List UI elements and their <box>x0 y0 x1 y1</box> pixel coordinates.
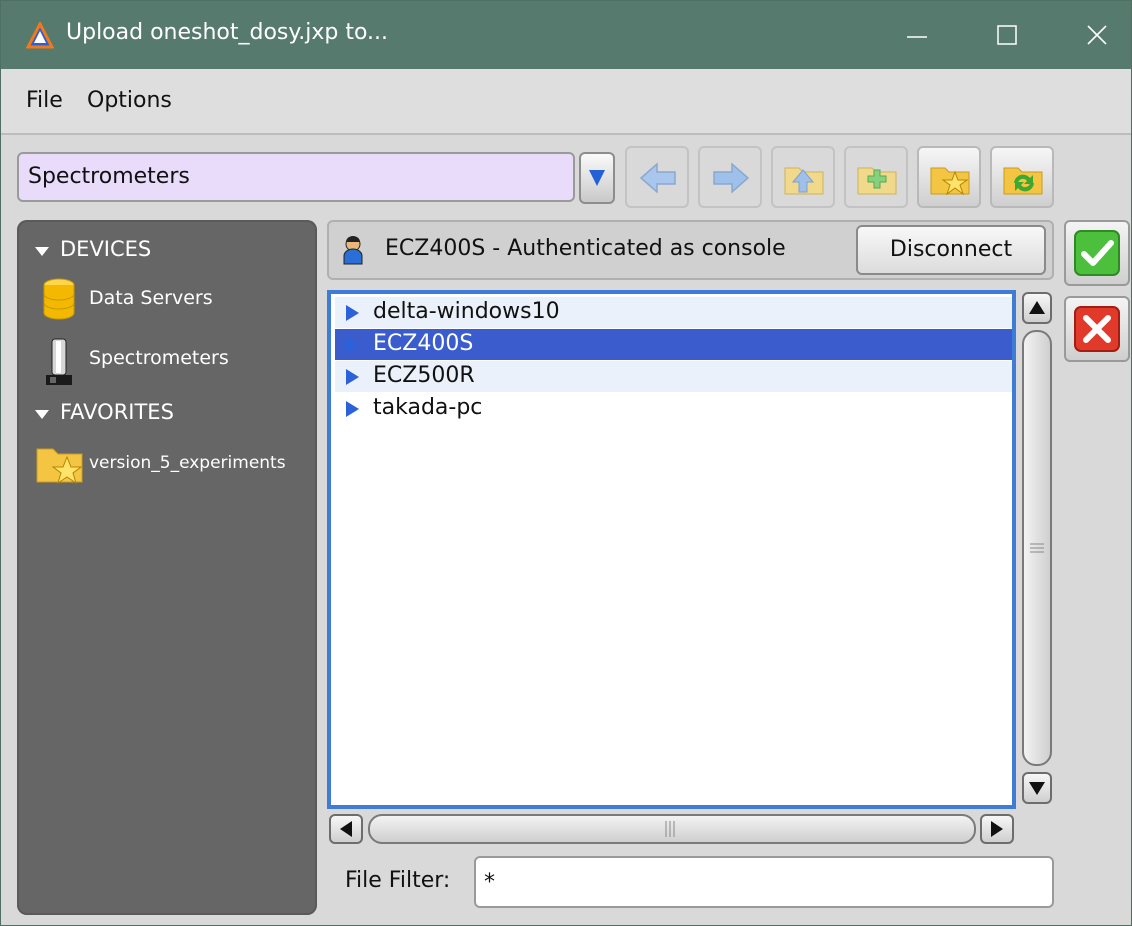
arrow-right-icon <box>991 821 1003 837</box>
list-item[interactable]: delta-windows10 <box>335 297 1012 328</box>
refresh-folder-icon <box>1003 167 1043 195</box>
minimize-button[interactable] <box>872 1 962 69</box>
menu-options[interactable]: Options <box>87 88 172 113</box>
arrow-left-icon <box>340 821 352 837</box>
sidebar <box>17 220 317 915</box>
forward-arrow-icon <box>713 162 750 194</box>
maximize-icon <box>997 25 1017 45</box>
new-folder-icon <box>857 167 897 195</box>
user-icon <box>343 235 363 269</box>
spectrometer-icon <box>44 337 76 391</box>
location-dropdown-button[interactable] <box>579 152 615 204</box>
vertical-scroll-thumb[interactable] <box>1022 330 1052 766</box>
maximize-button[interactable] <box>962 1 1052 69</box>
favorite-folder-icon <box>35 443 85 489</box>
grip-icon <box>665 821 675 837</box>
cancel-x-icon <box>1074 306 1120 352</box>
new-folder-button[interactable] <box>844 146 908 208</box>
scroll-left-button[interactable] <box>329 814 363 844</box>
arrow-down-icon <box>1029 782 1045 795</box>
scroll-down-button[interactable] <box>1022 772 1052 804</box>
sidebar-item-spectrometers[interactable]: Spectrometers <box>89 347 229 369</box>
back-button[interactable] <box>625 146 689 208</box>
file-filter-label: File Filter: <box>345 868 451 893</box>
refresh-folder-button[interactable] <box>990 146 1054 208</box>
menu-file[interactable]: File <box>26 88 63 113</box>
chevron-down-icon <box>589 170 605 186</box>
checkmark-icon <box>1074 230 1120 276</box>
favorite-folder-button[interactable] <box>917 146 981 208</box>
ok-button[interactable] <box>1064 220 1130 286</box>
arrow-up-icon <box>1029 301 1045 314</box>
database-icon <box>42 278 76 324</box>
connection-status-text: ECZ400S - Authenticated as console <box>385 236 786 261</box>
app-logo-icon <box>25 20 55 50</box>
devices-collapse-icon[interactable] <box>35 242 49 261</box>
close-button[interactable] <box>1052 1 1132 69</box>
grip-icon <box>1030 543 1044 553</box>
devices-header[interactable]: DEVICES <box>60 237 151 261</box>
favorite-folder-icon <box>930 167 970 196</box>
close-icon <box>1087 25 1107 45</box>
folder-up-button[interactable] <box>771 146 835 208</box>
window-title: Upload oneshot_dosy.jxp to... <box>66 20 389 45</box>
sidebar-item-data-servers[interactable]: Data Servers <box>89 287 213 309</box>
scroll-up-button[interactable] <box>1022 292 1052 324</box>
list-item-selected[interactable]: ECZ400S <box>335 329 1012 360</box>
back-arrow-icon <box>639 162 676 194</box>
forward-button[interactable] <box>698 146 762 208</box>
host-list[interactable]: delta-windows10 ECZ400S ECZ500R takada-p… <box>327 290 1016 809</box>
disconnect-button[interactable]: Disconnect <box>856 225 1046 275</box>
expand-arrow-icon[interactable] <box>346 369 359 385</box>
cancel-button[interactable] <box>1064 296 1130 362</box>
location-combo[interactable]: Spectrometers <box>17 152 575 202</box>
list-item[interactable]: takada-pc <box>335 393 1012 424</box>
minimize-icon <box>907 36 927 38</box>
list-item[interactable]: ECZ500R <box>335 361 1012 392</box>
file-filter-input[interactable] <box>474 856 1054 908</box>
expand-arrow-icon[interactable] <box>346 401 359 417</box>
horizontal-scroll-thumb[interactable] <box>368 814 976 844</box>
sidebar-item-version-5-experiments[interactable]: version_5_experiments <box>89 453 286 473</box>
favorites-header[interactable]: FAVORITES <box>60 400 174 424</box>
expand-arrow-icon[interactable] <box>346 305 359 321</box>
favorites-collapse-icon[interactable] <box>35 405 49 424</box>
folder-up-icon <box>784 167 824 195</box>
expand-arrow-icon[interactable] <box>346 337 359 353</box>
scroll-right-button[interactable] <box>980 814 1014 844</box>
